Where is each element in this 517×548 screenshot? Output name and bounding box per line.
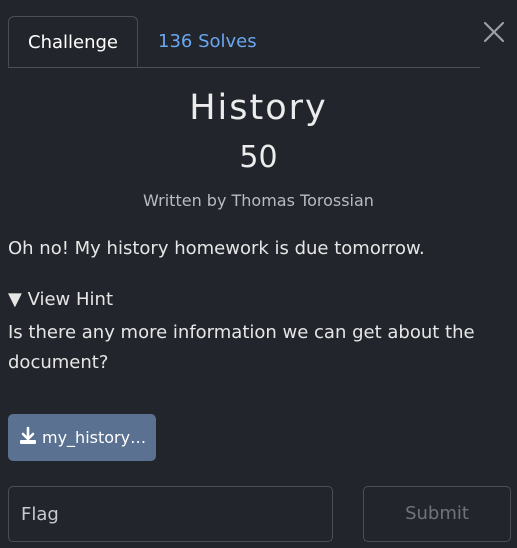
download-file-label: my_history… xyxy=(42,428,147,447)
challenge-description: Oh no! My history homework is due tomorr… xyxy=(8,238,425,259)
challenge-points: 50 xyxy=(239,140,278,175)
challenge-tabs: Challenge 136 Solves xyxy=(8,16,480,68)
challenge-author: Written by Thomas Torossian xyxy=(143,191,374,210)
download-file-button[interactable]: my_history… xyxy=(8,414,156,461)
close-icon[interactable] xyxy=(482,20,506,44)
view-hint-toggle[interactable]: ▼ View Hint xyxy=(8,289,113,310)
download-icon xyxy=(18,426,42,450)
challenge-title: History xyxy=(189,88,328,128)
submit-button[interactable]: Submit xyxy=(363,486,511,542)
tab-solves[interactable]: 136 Solves xyxy=(158,16,257,67)
flag-input[interactable] xyxy=(8,486,333,542)
tab-challenge[interactable]: Challenge xyxy=(8,16,138,67)
hint-text: Is there any more information we can get… xyxy=(8,322,475,373)
